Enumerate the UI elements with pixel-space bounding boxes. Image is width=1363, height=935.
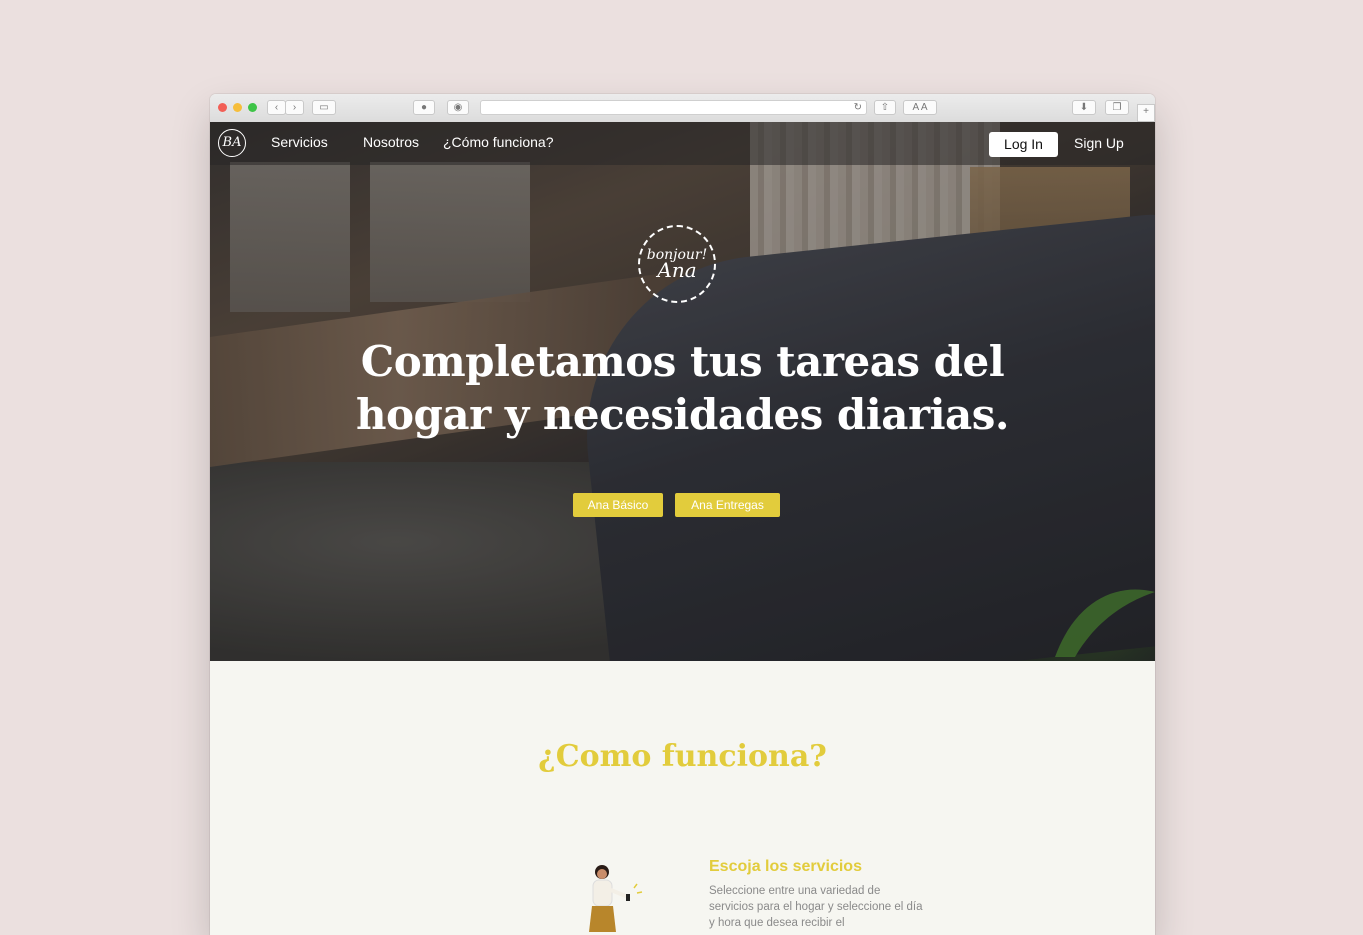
- zoom-dot[interactable]: [248, 103, 257, 112]
- forward-icon[interactable]: ›: [285, 100, 304, 115]
- download-icon[interactable]: ⬇: [1072, 100, 1096, 115]
- ana-entregas-button[interactable]: Ana Entregas: [675, 493, 780, 517]
- hero-section: BA Servicios Nosotros ¿Cómo funciona? Lo…: [210, 122, 1155, 661]
- badge-line2: Ana: [657, 258, 697, 282]
- pinterest-icon[interactable]: ●: [413, 100, 435, 115]
- hero-headline-line1: Completamos tus tareas del: [360, 337, 1005, 386]
- address-bar[interactable]: ↻: [480, 100, 867, 115]
- new-tab-icon[interactable]: +: [1137, 104, 1155, 122]
- signup-link[interactable]: Sign Up: [1074, 135, 1124, 151]
- browser-window: ‹ › ▭ ● ◉ ↻ ⇧ A A ⬇ ❐ + BA Servicios Nos…: [210, 94, 1155, 935]
- sidebar-icon[interactable]: ▭: [312, 100, 336, 115]
- text-size-icon[interactable]: A A: [903, 100, 937, 115]
- section-title: ¿Como funciona?: [538, 739, 827, 774]
- minimize-dot[interactable]: [233, 103, 242, 112]
- nav-link-servicios[interactable]: Servicios: [271, 134, 328, 150]
- brand-logo[interactable]: BA: [218, 129, 246, 157]
- woman-phone-illustration: [589, 865, 643, 932]
- reload-icon[interactable]: ↻: [854, 101, 862, 114]
- top-nav: BA Servicios Nosotros ¿Cómo funciona? Lo…: [210, 122, 1155, 165]
- hero-headline-line2: hogar y necesidades diarias.: [355, 390, 1010, 439]
- browser-toolbar: ‹ › ▭ ● ◉ ↻ ⇧ A A ⬇ ❐ +: [210, 94, 1155, 123]
- nav-link-nosotros[interactable]: Nosotros: [363, 134, 419, 150]
- nav-link-como-funciona[interactable]: ¿Cómo funciona?: [443, 134, 554, 150]
- step-title: Escoja los servicios: [709, 858, 862, 875]
- share-icon[interactable]: ⇧: [874, 100, 896, 115]
- login-button[interactable]: Log In: [989, 132, 1058, 157]
- ana-basico-button[interactable]: Ana Básico: [573, 493, 663, 517]
- hero-headline: Completamos tus tareas del hogar y neces…: [210, 335, 1155, 441]
- step-text: Seleccione entre una variedad de servici…: [709, 885, 923, 929]
- shield-icon[interactable]: ◉: [447, 100, 469, 115]
- close-dot[interactable]: [218, 103, 227, 112]
- bonjour-ana-badge: bonjour! Ana: [638, 225, 716, 303]
- tabs-icon[interactable]: ❐: [1105, 100, 1129, 115]
- plant-leaf: [1055, 589, 1155, 657]
- back-icon[interactable]: ‹: [267, 100, 286, 115]
